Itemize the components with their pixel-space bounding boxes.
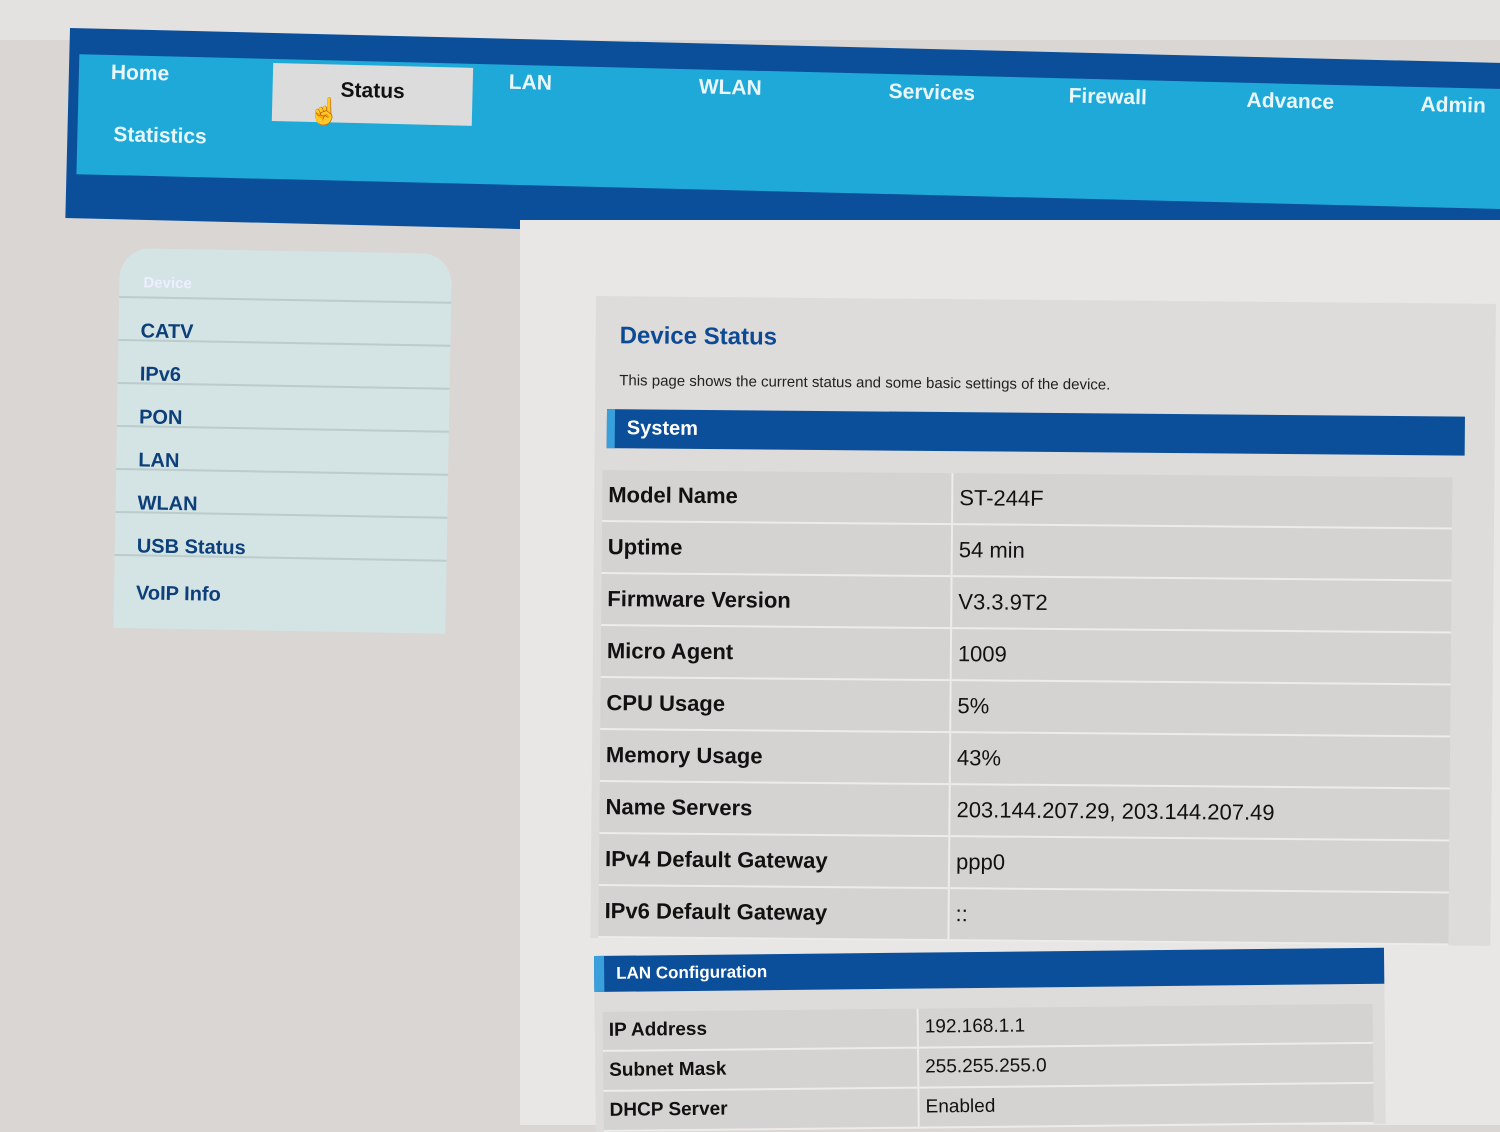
- nav-firewall[interactable]: Firewall: [1068, 84, 1147, 110]
- page-description: This page shows the current status and s…: [619, 372, 1111, 394]
- table-row: Model Name ST-244F: [602, 470, 1453, 529]
- nav-status[interactable]: Status: [271, 62, 474, 126]
- system-section-header: System: [606, 409, 1465, 456]
- lan-config-panel: LAN Configuration IP Address 192.168.1.1 S…: [594, 947, 1386, 1132]
- table-row: Name Servers 203.144.207.29, 203.144.207.…: [599, 781, 1450, 841]
- device-status-panel: Device Status This page shows the curren…: [590, 296, 1496, 946]
- sidebar-header: Device: [119, 248, 452, 302]
- lan-section-header: LAN Configuration: [594, 947, 1385, 992]
- sidebar-item-voip-info[interactable]: VoIP Info: [113, 553, 447, 634]
- row-value: 192.168.1.1: [917, 1003, 1373, 1048]
- nav-admin[interactable]: Admin: [1420, 93, 1486, 119]
- row-label: Model Name: [602, 470, 953, 525]
- nav-wlan[interactable]: WLAN: [698, 75, 762, 101]
- row-label: Subnet Mask: [602, 1047, 919, 1091]
- row-value: 1009: [950, 628, 1452, 685]
- row-value: 255.255.255.0: [917, 1042, 1374, 1088]
- sidebar: Device CATV IPv6 PON LAN WLAN USB Status…: [113, 248, 452, 634]
- row-label: IPv4 Default Gateway: [598, 833, 950, 889]
- row-value: 203.144.207.29, 203.144.207.49: [949, 784, 1450, 841]
- nav-lan[interactable]: LAN: [509, 71, 553, 96]
- sidebar-item-ipv6[interactable]: IPv6: [117, 338, 451, 388]
- table-row: CPU Usage 5%: [600, 677, 1451, 737]
- row-value: ::: [948, 888, 1449, 945]
- hand-cursor-icon: ☝: [308, 96, 341, 126]
- nav-services[interactable]: Services: [888, 80, 975, 106]
- sidebar-item-lan[interactable]: LAN: [116, 424, 449, 474]
- row-label: DHCP Server: [603, 1087, 919, 1131]
- sidebar-item-pon[interactable]: PON: [116, 381, 450, 431]
- nav-home[interactable]: Home: [111, 61, 170, 86]
- row-label: Uptime: [601, 521, 953, 577]
- table-row: Micro Agent 1009: [600, 625, 1452, 685]
- nav-advance[interactable]: Advance: [1246, 89, 1334, 115]
- row-value: Enabled: [918, 1082, 1374, 1128]
- row-label: Micro Agent: [600, 625, 952, 681]
- table-row: Memory Usage 43%: [599, 729, 1451, 789]
- table-row: Firmware Version V3.3.9T2: [601, 573, 1452, 633]
- table-row: Uptime 54 min: [601, 521, 1453, 581]
- page-title: Device Status: [619, 322, 778, 351]
- row-value: ST-244F: [952, 473, 1453, 529]
- sidebar-item-wlan[interactable]: WLAN: [115, 467, 449, 517]
- table-row: IPv6 Default Gateway::: [598, 885, 1449, 945]
- row-value: 54 min: [951, 524, 1453, 581]
- row-value: 5%: [950, 680, 1451, 737]
- table-row: DHCP Server Enabled: [603, 1082, 1374, 1131]
- table-row: IPv4 Default Gateway ppp0: [598, 833, 1450, 893]
- row-value: V3.3.9T2: [951, 576, 1452, 633]
- row-label: Name Servers: [599, 781, 950, 837]
- row-label: Memory Usage: [599, 729, 951, 785]
- nav-statistics[interactable]: Statistics: [113, 123, 207, 149]
- row-label: IP Address: [602, 1008, 918, 1051]
- lan-table: IP Address 192.168.1.1 Subnet Mask 255.255.…: [602, 1003, 1374, 1132]
- row-label: CPU Usage: [600, 677, 951, 733]
- sidebar-item-usb-status[interactable]: USB Status: [114, 510, 448, 560]
- row-value: ppp0: [948, 836, 1450, 893]
- row-label: Firmware Version: [601, 573, 952, 629]
- row-value: 43%: [949, 732, 1451, 789]
- sidebar-item-catv[interactable]: CATV: [118, 295, 452, 345]
- row-label: IPv6 Default Gateway: [598, 885, 949, 941]
- system-table: Model Name ST-244F Uptime 54 min Firmware Ve…: [598, 470, 1453, 945]
